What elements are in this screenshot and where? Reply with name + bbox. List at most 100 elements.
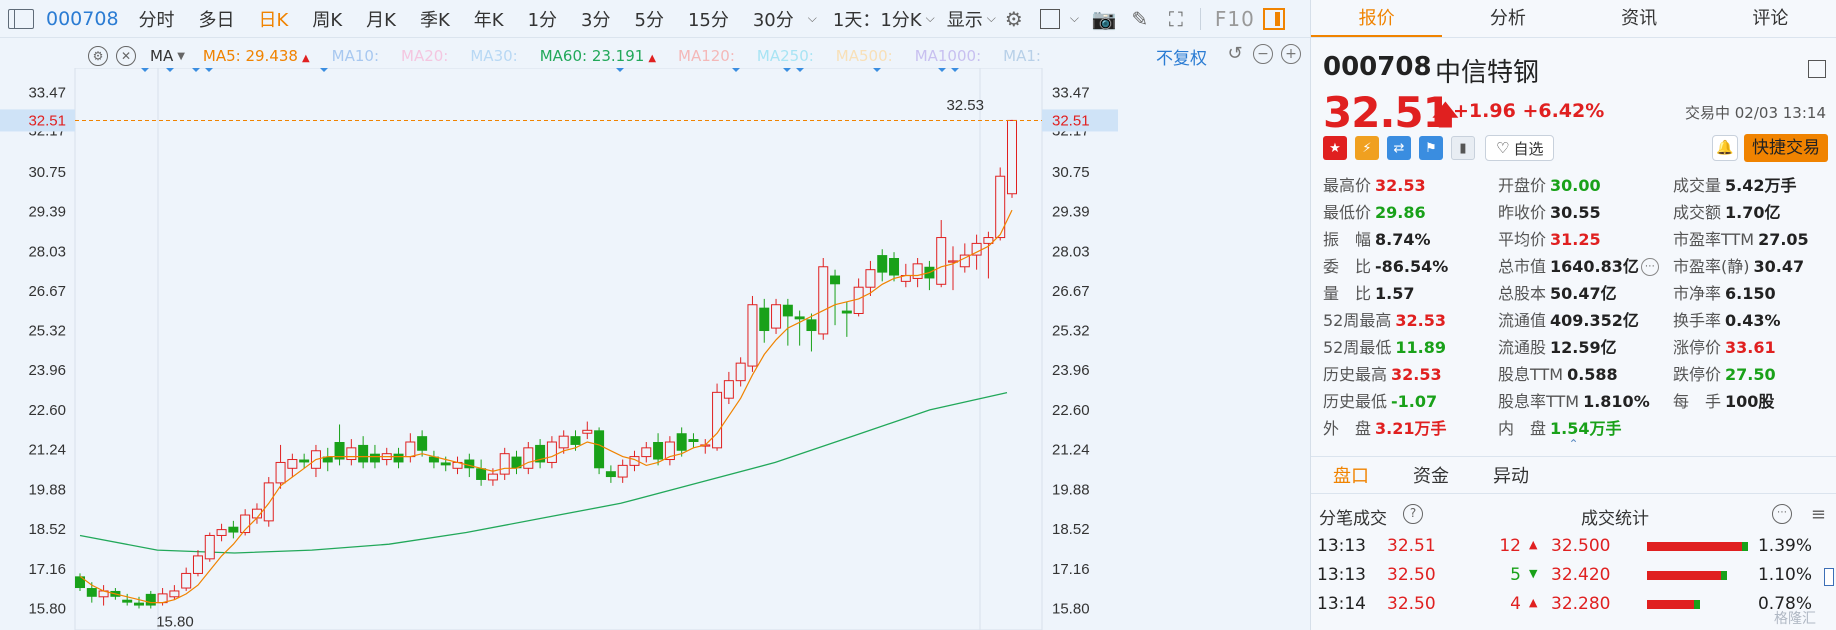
period-tab[interactable]: 分时 [127,6,187,32]
period-tab[interactable]: 日K [247,6,301,32]
period-tab[interactable]: 1分 [516,6,569,32]
period-tab[interactable]: 多日 [187,6,247,32]
ma-indicator[interactable]: MA500: [836,47,893,65]
gear-icon[interactable]: ⚙ [88,46,108,66]
candle-body [405,441,416,458]
ma-selector[interactable]: MA [150,47,173,65]
help-icon[interactable]: ? [1403,504,1423,524]
period-tab[interactable]: 15分 [676,6,741,32]
fullscreen-icon[interactable]: ⛶ [1165,7,1187,31]
checkbox-icon[interactable] [1039,8,1061,30]
quote-stats: 最高价 32.53 开盘价 30.00 成交量 5.42万手 最低价 29.86 昨收价 30.5… [1311,166,1836,440]
shuffle-icon[interactable]: ⇄ [1387,136,1411,160]
stats-row: 量 比 1.57 总股本 50.47亿 市净率 6.150 [1311,278,1836,305]
period-tab[interactable]: 季K [408,6,462,32]
more-icon[interactable]: ⋯ [1640,258,1659,276]
sidebar-toggle-icon[interactable] [8,8,34,29]
candle-body [369,453,380,463]
ma-indicator[interactable]: MA1: [1003,47,1041,65]
tab-0[interactable]: 报价 [1311,0,1443,37]
zoom-in-icon[interactable]: + [1281,44,1301,64]
stat-cell: 股息TTM 0.588 [1486,361,1661,385]
chevron-down-icon[interactable]: ⌵ [1070,11,1079,26]
ma-indicator[interactable]: MA5: 29.438 ▲ [203,47,310,65]
y-tick-left: 21.24 [28,442,66,459]
stock-code-label[interactable]: 000708 [46,8,119,30]
adjust-toggle[interactable]: 不复权 [1156,44,1207,69]
panel-toggle-icon[interactable] [1262,7,1285,30]
candle-body [912,263,923,279]
price-row: 32.51 🡅 +1.96 +6.42% 交易中 02/03 13:14 [1311,88,1836,137]
max-price-label: 32.53 [946,97,984,114]
stat-cell: 总股本 50.47亿 [1486,280,1661,304]
candlestick-chart[interactable]: 33.4733.4732.1732.1730.7530.7529.3929.39… [0,68,1310,630]
candle-body [723,380,734,399]
stat-cell: 最低价 29.86 [1311,199,1486,223]
f10-button[interactable]: F10 [1215,7,1255,31]
ma-label: MA5: 29.438 [202,47,298,65]
stat-label: 每 手 [1673,391,1722,411]
menu-icon[interactable] [1808,60,1826,78]
candle-body [499,453,510,475]
chevron-down-icon[interactable]: ▼ [177,51,185,62]
candle-body [617,464,628,478]
period-tab[interactable]: 年K [462,6,516,32]
volume-bar-buy [1694,600,1700,609]
period-tab[interactable]: 5分 [623,6,676,32]
tab-2[interactable]: 资讯 [1574,0,1705,37]
camera-icon[interactable]: 📷 [1091,7,1116,31]
undo-icon[interactable]: ↺ [1225,44,1245,64]
close-icon[interactable]: ✕ [116,46,136,66]
ma-indicator[interactable]: MA60: 23.191 ▲ [540,47,656,65]
china-flag-icon[interactable]: ★ [1323,136,1347,160]
more-icon[interactable]: ⋯ [1772,504,1792,524]
ma-indicator[interactable]: MA10: [332,47,379,65]
bell-icon[interactable]: 🔔 [1712,135,1738,161]
quick-trade-button[interactable]: 快捷交易 [1744,134,1828,162]
scrollbar[interactable] [1824,568,1834,586]
lightning-icon[interactable]: ⚡ [1355,136,1379,160]
ma-label: MA1: [1003,47,1041,65]
display-menu[interactable]: 显示 [935,6,985,32]
pencil-icon[interactable]: ✎ [1129,7,1151,31]
period-tab[interactable]: 3分 [569,6,622,32]
ma-indicator[interactable]: MA30: [470,47,517,65]
trade-price: 32.50 [1387,594,1436,614]
ma-indicator[interactable]: MA20: [401,47,448,65]
collapse-icon[interactable]: ⌃ [1311,438,1836,450]
zoom-out-icon[interactable]: − [1253,44,1273,64]
ma-indicator[interactable]: MA1000: [915,47,981,65]
gear-icon[interactable]: ⚙ [1003,7,1025,31]
subtab-1[interactable]: 资金 [1391,462,1471,488]
stat-value: 32.53 [1395,310,1446,330]
add-watchlist-button[interactable]: ♡ 自选 [1485,135,1555,161]
ma-indicator[interactable]: MA250: [757,47,814,65]
period-tab[interactable]: 30分 [741,6,806,32]
ma-indicator[interactable]: MA120: [678,47,735,65]
period-toolbar: 000708 分时 多日 日K 周K 月K 季K 年K 1分 3分 5分 15分 30分 ⌵ 1天：1… [0,0,1310,38]
tab-3[interactable]: 评论 [1705,0,1836,37]
stat-label: 跌停价 [1673,364,1722,384]
trade-row: 13:13 32.50 5 ▼ 32.420 1.10% [1311,561,1836,590]
chevron-down-icon[interactable]: ⌵ [987,11,996,26]
bookmark-icon[interactable]: ▮ [1451,136,1475,160]
trend-up-icon: ▲ [301,53,310,64]
period-tab[interactable]: 周K [300,6,354,32]
candle-body [653,442,664,460]
candle-body [476,468,487,480]
y-tick-right: 18.52 [1052,521,1090,538]
chevron-down-icon[interactable]: ⌵ [808,11,817,26]
tab-1[interactable]: 分析 [1442,0,1573,37]
period-tab[interactable]: 月K [354,6,408,32]
tag-icon[interactable]: ⚑ [1419,136,1443,160]
list-icon[interactable]: ≡ [1811,504,1826,525]
stat-cell: 外 盘 3.21万手 [1311,415,1486,439]
stat-value: 1.54万手 [1550,418,1622,438]
chevron-down-icon[interactable]: ⌵ [926,11,935,26]
volume-bar-buy [1720,571,1727,580]
subtab-2[interactable]: 异动 [1471,462,1551,488]
candle-body [771,304,782,329]
period-select[interactable]: 1天：1分K [817,6,924,32]
subtab-0[interactable]: 盘口 [1311,462,1391,488]
candle-body [747,304,758,367]
